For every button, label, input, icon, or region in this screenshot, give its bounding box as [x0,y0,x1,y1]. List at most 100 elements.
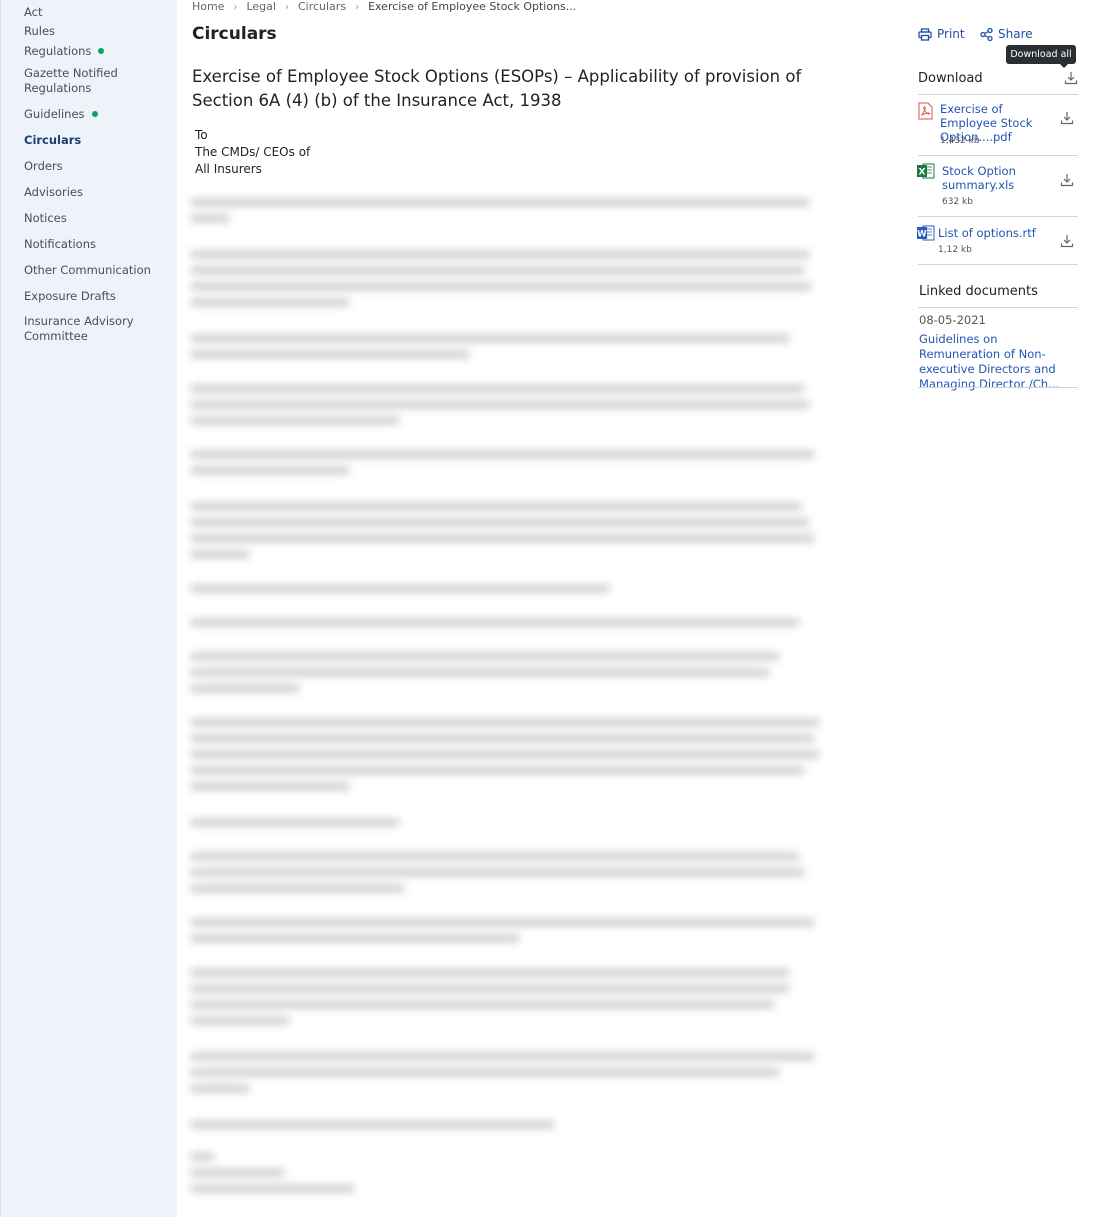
blurred-text-line [190,1168,285,1177]
linked-document-link[interactable]: Guidelines on Remuneration of Non-execut… [919,332,1077,392]
sidebar: Act Rules Regulations Gazette Notified R… [0,0,177,1217]
sidebar-item-label: Notices [24,211,67,225]
download-heading: Download [918,71,983,86]
sidebar-item-orders[interactable]: Orders [24,159,174,174]
breadcrumb-home[interactable]: Home [192,0,224,13]
blurred-text-line [190,652,780,661]
blurred-text-line [190,684,300,693]
download-file-row[interactable]: X Stock Option summary.xls 632 kb [916,162,1078,212]
document-title: Exercise of Employee Stock Options (ESOP… [192,67,802,110]
share-icon [980,27,993,41]
print-button[interactable]: Print [918,27,965,41]
blurred-text-line [190,818,400,827]
blurred-text-line [190,466,350,475]
blurred-text-line [190,534,815,543]
blurred-text-line [190,734,815,743]
sidebar-item-label: Guidelines [24,107,85,121]
blurred-text-line [190,1000,775,1009]
address-recipient-line: The CMDs/ CEOs of [195,145,311,159]
sidebar-item-label: Other Communication [24,263,151,277]
blurred-text-line [190,298,350,307]
sidebar-item-label: Insurance Advisory Committee [24,314,134,343]
download-file-row[interactable]: Exercise of Employee Stock Option....pdf… [916,100,1078,152]
breadcrumb-legal[interactable]: Legal [246,0,275,13]
share-button[interactable]: Share [980,27,1033,41]
download-file-row[interactable]: W List of options.rtf 1,12 kb [916,224,1078,262]
blurred-text-line [190,968,790,977]
address-to: To [195,128,208,142]
breadcrumb-circulars[interactable]: Circulars [298,0,346,13]
blurred-text-line [190,668,770,677]
new-indicator-dot [98,47,105,54]
download-icon[interactable] [1060,111,1074,125]
blurred-text-line [190,750,820,759]
file-name-link[interactable]: Stock Option summary.xls [942,164,1052,192]
download-icon[interactable] [1060,173,1074,187]
sidebar-item-guidelines[interactable]: Guidelines [24,107,174,122]
blurred-document-body [190,190,830,1210]
divider [918,264,1078,265]
blurred-text-line [190,984,790,993]
sidebar-item-insurance-advisory-committee[interactable]: Insurance Advisory Committee [24,314,154,344]
address-recipient-line: All Insurers [195,162,262,176]
excel-icon: X [917,163,935,179]
blurred-text-line [190,416,400,425]
sidebar-item-regulations[interactable]: Regulations [24,44,174,59]
blurred-text-line [190,334,790,343]
file-size: 1,432 kb [940,136,980,146]
sidebar-item-label: Advisories [24,185,83,199]
divider [918,155,1078,156]
blurred-text-line [190,1084,250,1093]
sidebar-item-notifications[interactable]: Notifications [24,237,174,252]
svg-text:W: W [917,230,927,240]
sidebar-item-exposure-drafts[interactable]: Exposure Drafts [24,289,174,304]
sidebar-item-label: Gazette Notified Regulations [24,66,118,95]
divider [918,94,1078,95]
sidebar-item-advisories[interactable]: Advisories [24,185,174,200]
file-name-link[interactable]: List of options.rtf [938,226,1058,240]
blurred-text-line [190,350,470,359]
blurred-text-line [190,868,805,877]
file-size: 632 kb [942,197,973,207]
download-all-button[interactable] [1064,71,1078,85]
blurred-text-line [190,934,520,943]
sidebar-item-act[interactable]: Act [24,5,174,20]
download-all-tooltip: Download all [1006,45,1076,68]
sidebar-item-label: Act [24,5,43,19]
word-icon: W [917,225,935,241]
chevron-right-icon: › [355,2,360,13]
blurred-text-line [190,214,230,223]
blurred-text-line [190,518,810,527]
blurred-text-line [190,1052,815,1061]
sidebar-item-rules[interactable]: Rules [24,24,174,39]
blurred-text-line [190,550,250,559]
blurred-text-line [190,918,815,927]
chevron-right-icon: › [233,2,238,13]
sidebar-item-label: Orders [24,159,63,173]
linked-document-date: 08-05-2021 [919,313,986,327]
blurred-text-line [190,266,805,275]
blurred-text-line [190,584,610,593]
sidebar-item-label: Rules [24,24,56,38]
blurred-text-line [190,718,820,727]
file-size: 1,12 kb [938,245,972,255]
pdf-icon [918,102,933,120]
sidebar-item-other-communication[interactable]: Other Communication [24,263,174,278]
sidebar-item-circulars[interactable]: Circulars [24,133,174,148]
blurred-text-line [190,1068,780,1077]
breadcrumb: Home › Legal › Circulars › Exercise of Employe… [192,0,576,13]
printer-icon [918,27,932,41]
blurred-text-line [190,766,805,775]
blurred-text-line [190,618,800,627]
blurred-text-line [190,782,350,791]
blurred-text-line [190,1184,355,1193]
linked-documents-heading: Linked documents [919,284,1038,299]
download-icon[interactable] [1060,234,1074,248]
blurred-text-line [190,282,812,291]
svg-text:X: X [919,168,926,178]
sidebar-item-notices[interactable]: Notices [24,211,174,226]
blurred-text-line [190,1016,290,1025]
sidebar-item-gazette-notified-regulations[interactable]: Gazette Notified Regulations [24,66,174,96]
sidebar-item-label: Regulations [24,44,92,58]
blurred-text-line [190,400,810,409]
